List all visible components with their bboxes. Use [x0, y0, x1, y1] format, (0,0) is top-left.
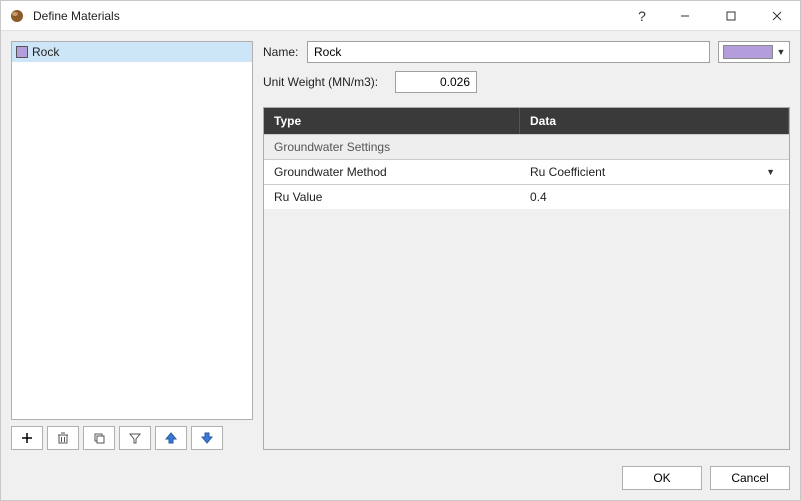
copy-button[interactable]	[83, 426, 115, 450]
name-input[interactable]	[307, 41, 710, 63]
material-swatch-icon	[16, 46, 28, 58]
row-data-dropdown[interactable]: Ru Coefficient ▼	[520, 160, 789, 184]
table-empty-area	[264, 209, 789, 449]
cancel-button[interactable]: Cancel	[710, 466, 790, 490]
table-row[interactable]: Groundwater Method Ru Coefficient ▼	[264, 159, 789, 184]
unit-weight-label: Unit Weight (MN/m3):	[263, 75, 395, 89]
chevron-down-icon: ▼	[777, 47, 786, 57]
titlebar: Define Materials ?	[1, 1, 800, 31]
move-up-button[interactable]	[155, 426, 187, 450]
row-data-value: 0.4	[530, 190, 547, 204]
list-item[interactable]: Rock	[12, 42, 252, 62]
chevron-down-icon: ▼	[766, 167, 775, 177]
dialog-body: Rock	[1, 31, 800, 460]
material-list[interactable]: Rock	[11, 41, 253, 420]
color-swatch-icon	[723, 45, 773, 59]
col-data-header: Data	[520, 108, 789, 134]
row-data-value: Ru Coefficient	[530, 165, 605, 179]
move-down-button[interactable]	[191, 426, 223, 450]
app-icon	[9, 8, 25, 24]
name-row: Name: ▼	[263, 41, 790, 63]
table-header: Type Data	[264, 108, 789, 134]
footer: OK Cancel	[1, 460, 800, 500]
row-type: Ru Value	[264, 185, 520, 209]
color-dropdown[interactable]: ▼	[718, 41, 790, 63]
left-column: Rock	[11, 41, 253, 450]
close-button[interactable]	[754, 1, 800, 30]
unit-weight-row: Unit Weight (MN/m3):	[263, 71, 790, 93]
col-type-header: Type	[264, 108, 520, 134]
table-section: Groundwater Settings	[264, 134, 789, 159]
list-toolbar	[11, 426, 253, 450]
right-column: Name: ▼ Unit Weight (MN/m3): Type Data G…	[263, 41, 790, 450]
list-item-label: Rock	[32, 45, 59, 59]
name-label: Name:	[263, 45, 307, 59]
minimize-button[interactable]	[662, 1, 708, 30]
define-materials-window: Define Materials ? Rock	[0, 0, 801, 501]
system-buttons: ?	[622, 1, 800, 30]
row-data-value-cell[interactable]: 0.4	[520, 185, 789, 209]
delete-button[interactable]	[47, 426, 79, 450]
add-button[interactable]	[11, 426, 43, 450]
ok-button[interactable]: OK	[622, 466, 702, 490]
table-row[interactable]: Ru Value 0.4	[264, 184, 789, 209]
properties-table: Type Data Groundwater Settings Groundwat…	[263, 107, 790, 450]
unit-weight-input[interactable]	[395, 71, 477, 93]
help-button[interactable]: ?	[622, 1, 662, 30]
window-title: Define Materials	[33, 9, 622, 23]
row-type: Groundwater Method	[264, 160, 520, 184]
maximize-button[interactable]	[708, 1, 754, 30]
filter-button[interactable]	[119, 426, 151, 450]
